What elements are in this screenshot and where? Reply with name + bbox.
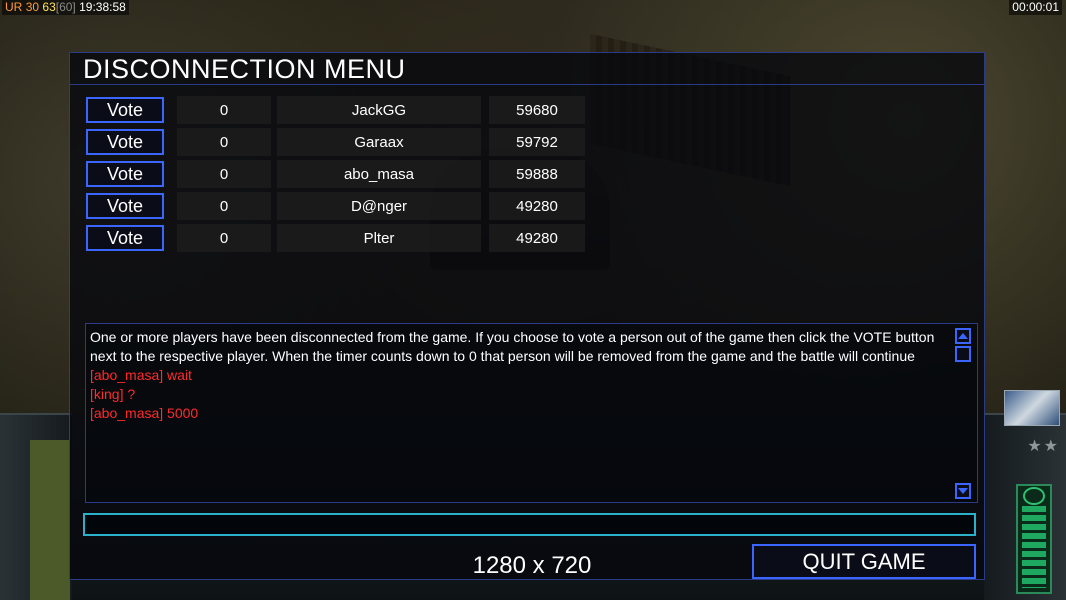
- scroll-thumb[interactable]: [955, 346, 971, 362]
- chat-message: [king] ?: [90, 386, 136, 402]
- chat-log: One or more players have been disconnect…: [85, 323, 978, 503]
- chat-message: [abo_masa] 5000: [90, 405, 199, 421]
- fps-overlay: UR 30 63[60] 19:38:58: [2, 0, 129, 15]
- player-value: 59680: [489, 96, 585, 124]
- vote-button[interactable]: Vote: [86, 193, 164, 219]
- minimap: [30, 440, 70, 600]
- fps-value: 30: [25, 0, 40, 14]
- resolution-label: 1280 x 720: [472, 552, 592, 579]
- player-name: Plter: [277, 224, 481, 252]
- vote-button[interactable]: Vote: [86, 161, 164, 187]
- player-value: 49280: [489, 224, 585, 252]
- vote-count: 0: [177, 192, 271, 220]
- rank-stars-icon: ★★: [1027, 438, 1060, 455]
- vote-count: 0: [177, 160, 271, 188]
- vote-button[interactable]: Vote: [86, 129, 164, 155]
- vote-button[interactable]: Vote: [86, 225, 164, 251]
- system-message: One or more players have been disconnect…: [90, 329, 935, 364]
- chat-input[interactable]: [83, 513, 976, 536]
- fps-cap: [60]: [55, 0, 76, 14]
- disconnection-dialog: DISCONNECTION MENU Vote 0 JackGG 59680 V…: [69, 52, 985, 580]
- player-name: Garaax: [277, 128, 481, 156]
- chat-scrollbar[interactable]: [953, 326, 975, 501]
- chat-message: [abo_masa] wait: [90, 367, 192, 383]
- player-value: 49280: [489, 192, 585, 220]
- vote-count: 0: [177, 96, 271, 124]
- player-value: 59888: [489, 160, 585, 188]
- system-clock: 19:38:58: [79, 0, 126, 14]
- player-value: 59792: [489, 128, 585, 156]
- vote-count: 0: [177, 128, 271, 156]
- chat-text: One or more players have been disconnect…: [90, 328, 945, 423]
- arrow-down-icon: [958, 488, 968, 494]
- quit-game-button[interactable]: QUIT GAME: [752, 544, 976, 579]
- power-star-icon: [1023, 487, 1045, 505]
- fps-value-secondary: 63: [42, 0, 56, 14]
- ur-label: UR: [5, 0, 23, 14]
- player-name: JackGG: [277, 96, 481, 124]
- satellite-icon: [1004, 390, 1060, 426]
- scroll-down-button[interactable]: [955, 483, 971, 499]
- arrow-up-icon: [958, 333, 968, 339]
- vote-button[interactable]: Vote: [86, 97, 164, 123]
- dialog-title: DISCONNECTION MENU: [70, 53, 984, 85]
- scroll-up-button[interactable]: [955, 328, 971, 344]
- game-timer: 00:00:01: [1009, 0, 1062, 15]
- vote-count: 0: [177, 224, 271, 252]
- player-name: abo_masa: [277, 160, 481, 188]
- player-name: D@nger: [277, 192, 481, 220]
